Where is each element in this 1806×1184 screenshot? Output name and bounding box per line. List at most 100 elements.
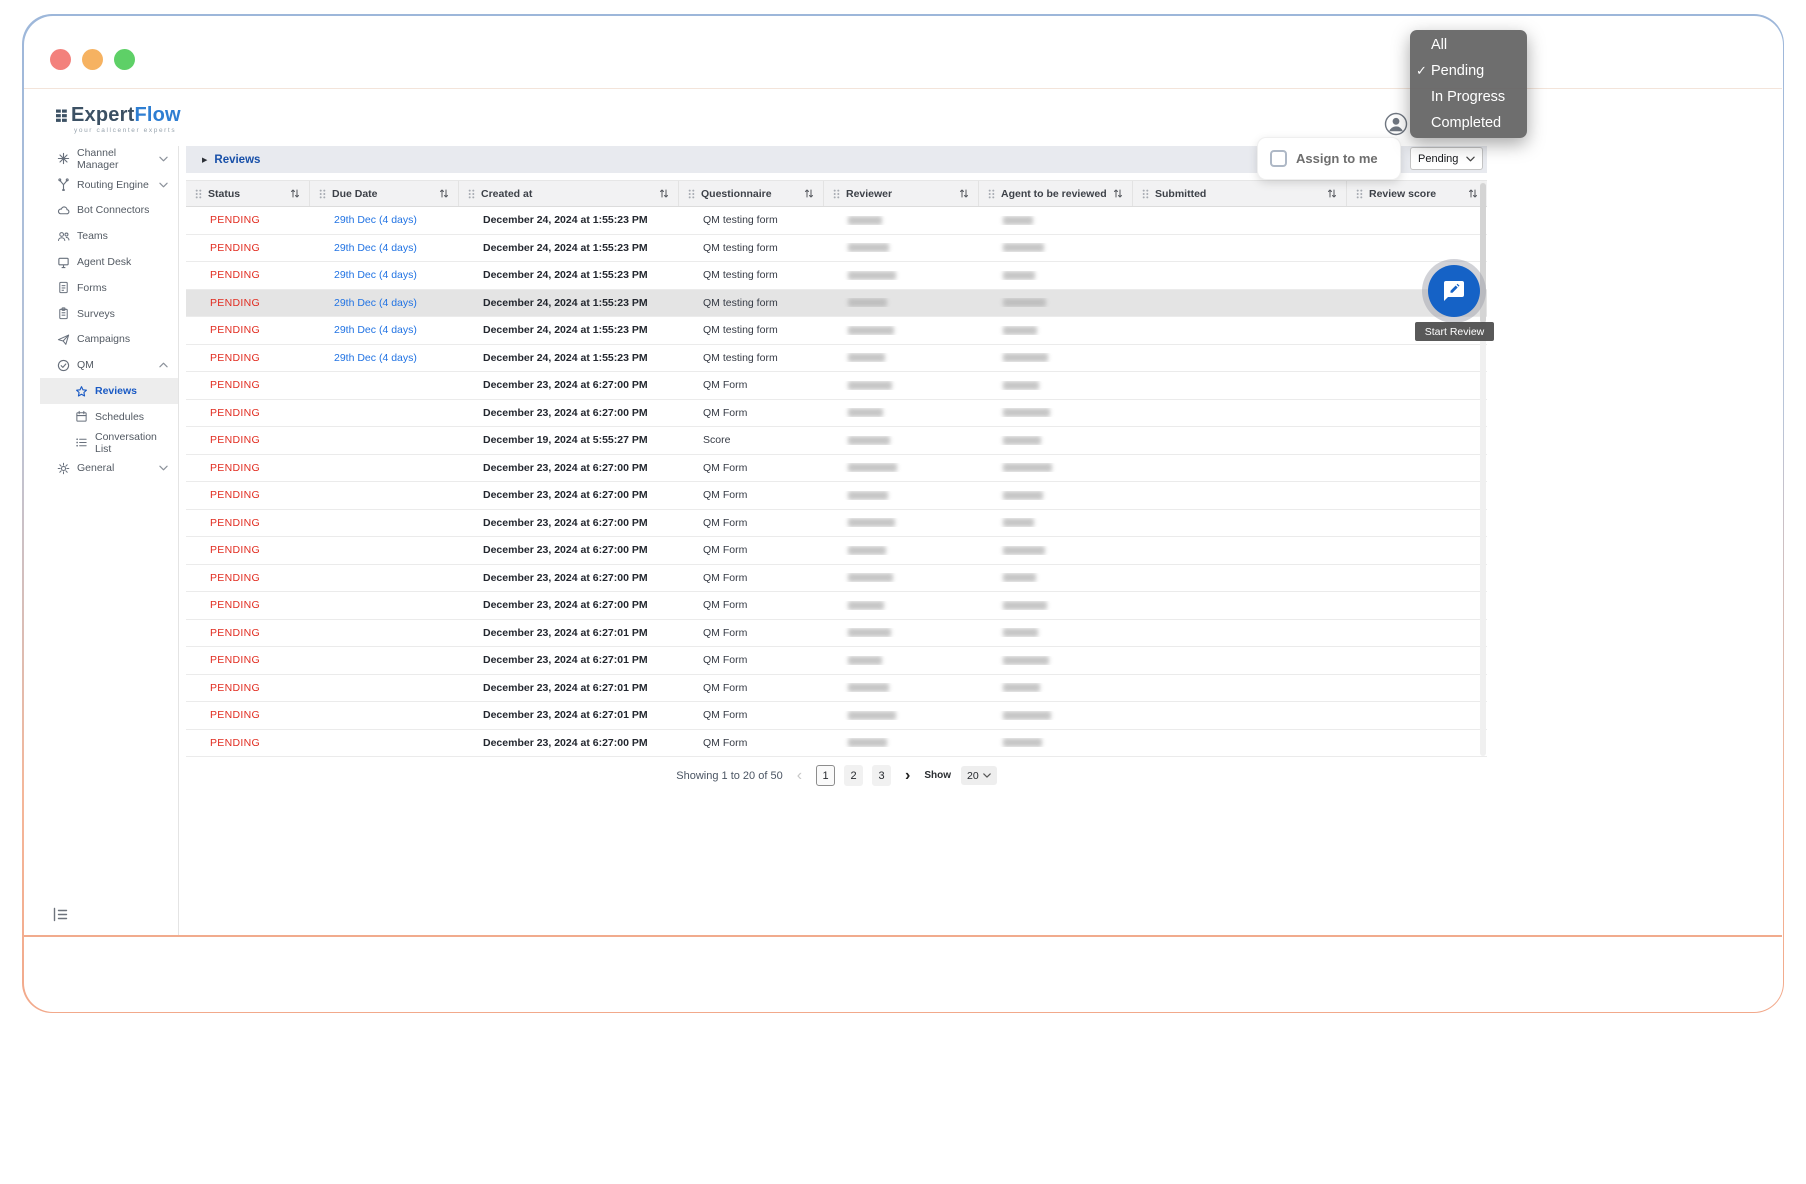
filter-option-all[interactable]: All: [1410, 32, 1527, 58]
pagination: Showing 1 to 20 of 50 ‹ 123 › Show 20: [186, 763, 1487, 788]
sidebar-item-surveys[interactable]: Surveys: [40, 301, 178, 327]
column-header-status[interactable]: Status: [186, 181, 310, 206]
next-page-button[interactable]: ›: [901, 767, 914, 784]
sort-icon[interactable]: [959, 188, 969, 199]
previous-page-button[interactable]: ‹: [793, 767, 806, 784]
table-row[interactable]: PENDING December 23, 2024 at 6:27:00 PM QM…: [186, 372, 1487, 400]
sort-icon[interactable]: [439, 188, 449, 199]
sort-icon[interactable]: [804, 188, 814, 199]
table-scrollbar[interactable]: [1480, 181, 1486, 756]
column-header-agent-to-be-reviewed[interactable]: Agent to be reviewed: [979, 181, 1133, 206]
sidebar-item-bot-connectors[interactable]: Bot Connectors: [40, 198, 178, 224]
table-row[interactable]: PENDING December 23, 2024 at 6:27:00 PM QM…: [186, 399, 1487, 427]
table-row[interactable]: PENDING 29th Dec (4 days) December 24, 202…: [186, 317, 1487, 345]
redacted-reviewer: [848, 655, 882, 665]
sidebar-item-general[interactable]: General: [40, 456, 178, 482]
table-row[interactable]: PENDING December 23, 2024 at 6:27:00 PM QM…: [186, 564, 1487, 592]
filter-option-completed[interactable]: Completed: [1410, 110, 1527, 136]
drag-handle-icon[interactable]: [1142, 189, 1149, 199]
status-filter-value: Pending: [1418, 152, 1459, 165]
table-row[interactable]: PENDING 29th Dec (4 days) December 24, 202…: [186, 289, 1487, 317]
sort-icon[interactable]: [659, 188, 669, 199]
scrollbar-thumb[interactable]: [1480, 183, 1486, 323]
table-row[interactable]: PENDING 29th Dec (4 days) December 24, 202…: [186, 262, 1487, 290]
redacted-reviewer: [848, 408, 883, 418]
page-size-select[interactable]: 20: [961, 766, 997, 785]
created-at-cell: December 23, 2024 at 6:27:01 PM: [483, 709, 648, 722]
table-row[interactable]: PENDING December 23, 2024 at 6:27:00 PM QM…: [186, 729, 1487, 757]
sort-icon[interactable]: [1468, 188, 1478, 199]
breadcrumb-arrow-icon: ▶: [202, 156, 208, 164]
drag-handle-icon[interactable]: [833, 189, 840, 199]
sidebar-item-teams[interactable]: Teams: [40, 223, 178, 249]
agent-desk-icon: [57, 256, 70, 269]
drag-handle-icon[interactable]: [1356, 189, 1363, 199]
table-row[interactable]: PENDING December 23, 2024 at 6:27:01 PM QM…: [186, 619, 1487, 647]
sidebar-item-qm[interactable]: QM: [40, 352, 178, 378]
status-filter-select[interactable]: Pending: [1410, 147, 1483, 170]
reviewer-cell: [824, 518, 979, 528]
column-header-due-date[interactable]: Due Date: [310, 181, 459, 206]
sidebar-item-conversation-list[interactable]: Conversation List: [40, 430, 178, 456]
table-row[interactable]: PENDING December 23, 2024 at 6:27:00 PM QM…: [186, 509, 1487, 537]
drag-handle-icon[interactable]: [319, 189, 326, 199]
sidebar-item-routing-engine[interactable]: Routing Engine: [40, 172, 178, 198]
minimize-window-button[interactable]: [82, 49, 103, 70]
table-row[interactable]: PENDING December 23, 2024 at 6:27:01 PM QM…: [186, 674, 1487, 702]
sidebar-item-schedules[interactable]: Schedules: [40, 404, 178, 430]
start-review-button[interactable]: [1428, 265, 1480, 317]
sidebar-item-channel-manager[interactable]: Channel Manager: [40, 146, 178, 172]
due-date-cell[interactable]: 29th Dec (4 days): [310, 297, 459, 309]
sidebar-item-campaigns[interactable]: Campaigns: [40, 327, 178, 353]
sidebar-item-forms[interactable]: Forms: [40, 275, 178, 301]
table-row[interactable]: PENDING December 23, 2024 at 6:27:01 PM QM…: [186, 647, 1487, 675]
table-row[interactable]: PENDING December 19, 2024 at 5:55:27 PM Sc…: [186, 427, 1487, 455]
assign-to-me-checkbox[interactable]: [1270, 150, 1287, 167]
table-row[interactable]: PENDING December 23, 2024 at 6:27:00 PM QM…: [186, 454, 1487, 482]
table-row[interactable]: PENDING 29th Dec (4 days) December 24, 202…: [186, 234, 1487, 262]
column-header-reviewer[interactable]: Reviewer: [824, 181, 979, 206]
created-at-cell: December 23, 2024 at 6:27:00 PM: [483, 599, 648, 612]
table-row[interactable]: PENDING 29th Dec (4 days) December 24, 202…: [186, 344, 1487, 372]
sort-icon[interactable]: [290, 188, 300, 199]
column-header-created-at[interactable]: Created at: [459, 181, 679, 206]
sidebar-item-agent-desk[interactable]: Agent Desk: [40, 249, 178, 275]
agent-cell: [979, 325, 1133, 335]
page-button-1[interactable]: 1: [816, 765, 836, 786]
table-row[interactable]: PENDING December 23, 2024 at 6:27:00 PM QM…: [186, 537, 1487, 565]
user-avatar[interactable]: [1384, 112, 1408, 136]
due-date-cell[interactable]: 29th Dec (4 days): [310, 242, 459, 254]
table-row[interactable]: PENDING December 23, 2024 at 6:27:00 PM QM…: [186, 592, 1487, 620]
due-date-cell[interactable]: 29th Dec (4 days): [310, 324, 459, 336]
due-date-cell[interactable]: 29th Dec (4 days): [310, 269, 459, 281]
breadcrumb-label[interactable]: Reviews: [214, 154, 260, 166]
due-date-cell[interactable]: 29th Dec (4 days): [310, 214, 459, 226]
chevron-down-icon: [1466, 156, 1475, 162]
forms-icon: [57, 281, 70, 294]
start-review-tooltip: Start Review: [1415, 322, 1494, 341]
drag-handle-icon[interactable]: [195, 189, 202, 199]
drag-handle-icon[interactable]: [688, 189, 695, 199]
due-date-cell[interactable]: 29th Dec (4 days): [310, 352, 459, 364]
table-row[interactable]: PENDING 29th Dec (4 days) December 24, 202…: [186, 207, 1487, 235]
page-button-2[interactable]: 2: [844, 765, 864, 786]
sidebar-item-reviews[interactable]: Reviews: [40, 378, 178, 404]
drag-handle-icon[interactable]: [988, 189, 995, 199]
column-header-questionnaire[interactable]: Questionnaire: [679, 181, 824, 206]
page-button-3[interactable]: 3: [872, 765, 892, 786]
agent-cell: [979, 270, 1133, 280]
drag-handle-icon[interactable]: [468, 189, 475, 199]
sidebar-collapse-icon[interactable]: [52, 906, 70, 924]
table-row[interactable]: PENDING December 23, 2024 at 6:27:00 PM QM…: [186, 482, 1487, 510]
column-header-review-score[interactable]: Review score: [1347, 181, 1487, 206]
sort-icon[interactable]: [1113, 188, 1123, 199]
status-cell: PENDING: [210, 709, 260, 722]
filter-option-pending[interactable]: ✓ Pending: [1410, 58, 1527, 84]
table-row[interactable]: PENDING December 23, 2024 at 6:27:01 PM QM…: [186, 702, 1487, 730]
close-window-button[interactable]: [50, 49, 71, 70]
column-header-submitted[interactable]: Submitted: [1133, 181, 1347, 206]
filter-option-in-progress[interactable]: In Progress: [1410, 84, 1527, 110]
maximize-window-button[interactable]: [114, 49, 135, 70]
redacted-agent: [1003, 435, 1041, 445]
sort-icon[interactable]: [1327, 188, 1337, 199]
